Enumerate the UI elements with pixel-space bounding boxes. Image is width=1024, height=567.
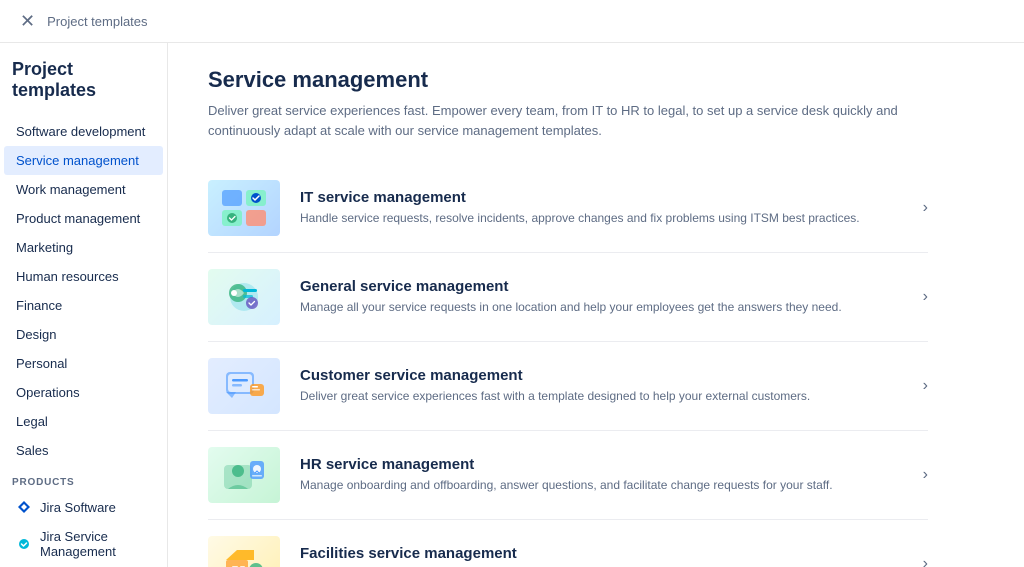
sidebar-item-sales[interactable]: Sales	[4, 436, 163, 465]
sidebar-item-operations[interactable]: Operations	[4, 378, 163, 407]
sidebar-item-human-resources[interactable]: Human resources	[4, 262, 163, 291]
template-icon-general-service-management	[208, 269, 280, 325]
sidebar-title: Project templates	[0, 59, 167, 117]
template-name-hr-service-management: HR service management	[300, 456, 911, 473]
template-list: IT service management Handle service req…	[208, 164, 928, 567]
product-label: Jira Software	[40, 500, 116, 515]
top-bar: ✕ Project templates	[0, 0, 1024, 43]
close-button[interactable]: ✕	[16, 8, 39, 34]
sidebar-item-personal[interactable]: Personal	[4, 349, 163, 378]
breadcrumb: Project templates	[47, 14, 147, 29]
template-text-facilities-service-management: Facilities service management Easily man…	[300, 545, 911, 567]
sidebar-item-product-management[interactable]: Product management	[4, 204, 163, 233]
main-layout: Project templates Software developmentSe…	[0, 43, 1024, 567]
content-title: Service management	[208, 67, 984, 93]
template-text-it-service-management: IT service management Handle service req…	[300, 189, 911, 227]
sidebar-item-software-development[interactable]: Software development	[4, 117, 163, 146]
template-chevron-customer-service-management: ›	[923, 377, 928, 395]
jira-service-management-icon	[16, 536, 32, 552]
sidebar-products: Jira SoftwareJira Service ManagementJira…	[0, 492, 167, 567]
products-section-label: PRODUCTS	[0, 465, 167, 492]
template-name-it-service-management: IT service management	[300, 189, 911, 206]
template-desc-customer-service-management: Deliver great service experiences fast w…	[300, 388, 911, 405]
sidebar-item-design[interactable]: Design	[4, 320, 163, 349]
template-name-general-service-management: General service management	[300, 278, 911, 295]
product-label: Jira Service Management	[40, 529, 151, 559]
template-name-customer-service-management: Customer service management	[300, 367, 911, 384]
template-chevron-hr-service-management: ›	[923, 466, 928, 484]
content-description: Deliver great service experiences fast. …	[208, 101, 928, 140]
sidebar-nav: Software developmentService managementWo…	[0, 117, 167, 465]
sidebar-item-legal[interactable]: Legal	[4, 407, 163, 436]
sidebar: Project templates Software developmentSe…	[0, 43, 168, 567]
template-icon-it-service-management	[208, 180, 280, 236]
sidebar-item-marketing[interactable]: Marketing	[4, 233, 163, 262]
template-chevron-general-service-management: ›	[923, 288, 928, 306]
sidebar-item-service-management[interactable]: Service management	[4, 146, 163, 175]
template-icon-hr-service-management	[208, 447, 280, 503]
template-icon-customer-service-management	[208, 358, 280, 414]
template-text-hr-service-management: HR service management Manage onboarding …	[300, 456, 911, 494]
template-name-facilities-service-management: Facilities service management	[300, 545, 911, 562]
template-item-hr-service-management[interactable]: HR service management Manage onboarding …	[208, 431, 928, 520]
sidebar-item-finance[interactable]: Finance	[4, 291, 163, 320]
template-chevron-facilities-service-management: ›	[923, 555, 928, 567]
sidebar-product-jira-service-management[interactable]: Jira Service Management	[4, 522, 163, 566]
template-item-general-service-management[interactable]: General service management Manage all yo…	[208, 253, 928, 342]
template-item-facilities-service-management[interactable]: Facilities service management Easily man…	[208, 520, 928, 567]
template-text-customer-service-management: Customer service management Deliver grea…	[300, 367, 911, 405]
template-icon-facilities-service-management	[208, 536, 280, 567]
content-area: Service management Deliver great service…	[168, 43, 1024, 567]
template-text-general-service-management: General service management Manage all yo…	[300, 278, 911, 316]
template-desc-general-service-management: Manage all your service requests in one …	[300, 299, 911, 316]
template-item-it-service-management[interactable]: IT service management Handle service req…	[208, 164, 928, 253]
template-chevron-it-service-management: ›	[923, 199, 928, 217]
jira-software-icon	[16, 499, 32, 515]
sidebar-item-work-management[interactable]: Work management	[4, 175, 163, 204]
template-item-customer-service-management[interactable]: Customer service management Deliver grea…	[208, 342, 928, 431]
sidebar-product-jira-software[interactable]: Jira Software	[4, 492, 163, 522]
template-desc-hr-service-management: Manage onboarding and offboarding, answe…	[300, 477, 911, 494]
template-desc-it-service-management: Handle service requests, resolve inciden…	[300, 210, 911, 227]
